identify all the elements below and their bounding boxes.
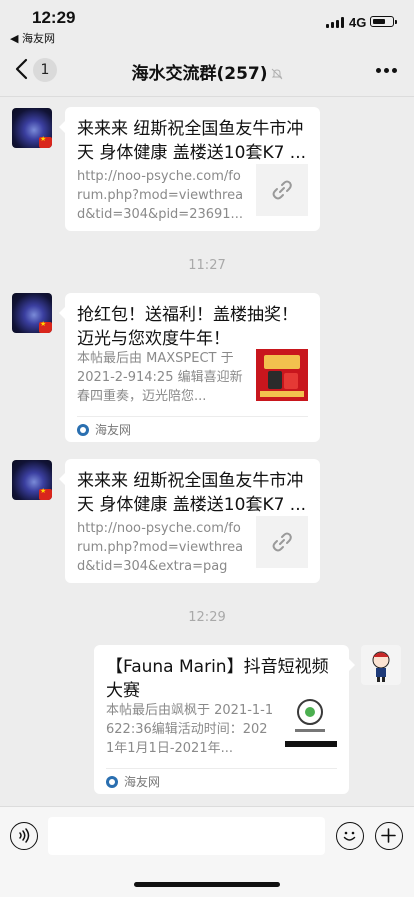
- card-url: http://noo-psyche.com/forum.php?mod=view…: [77, 521, 244, 574]
- sender-avatar[interactable]: [12, 460, 52, 500]
- card-title: 抢红包！送福利！盖楼抽奖！迈光与您欢度牛年！: [77, 305, 298, 349]
- flag-icon: [39, 135, 52, 148]
- more-dots-icon[interactable]: [376, 68, 398, 74]
- chat-title-wrap: 海水交流群(257): [0, 59, 414, 84]
- card-description: 本帖最后由飒枫于 2021-1-1622:36编辑活动时间：2021年1月1日-…: [106, 703, 274, 756]
- article-card-message[interactable]: 抢红包！送福利！盖楼抽奖！迈光与您欢度牛年！ 本帖最后由 MAXSPECT 于 …: [59, 293, 320, 442]
- battery-icon: [370, 16, 397, 27]
- article-card-message[interactable]: 【Fauna Marin】抖音短视频大赛 本帖最后由飒枫于 2021-1-162…: [94, 645, 355, 794]
- chat-title: 海水交流群(257): [131, 64, 268, 84]
- sender-avatar[interactable]: [12, 293, 52, 333]
- article-thumbnail: [285, 695, 337, 747]
- sender-avatar[interactable]: [12, 108, 52, 148]
- source-name: 海友网: [95, 423, 132, 437]
- link-icon: [256, 164, 308, 216]
- link-icon: [256, 516, 308, 568]
- article-thumbnail: [256, 349, 308, 401]
- bell-off-icon: [271, 65, 283, 80]
- source-name: 海友网: [124, 775, 161, 789]
- my-avatar[interactable]: [361, 645, 401, 685]
- home-indicator[interactable]: [134, 882, 280, 887]
- status-bar: 12:29 ◀ 海友网 4G: [0, 0, 414, 45]
- message-input[interactable]: [48, 817, 325, 855]
- site-logo-icon: [77, 424, 89, 436]
- card-title: 来来来 纽斯祝全国鱼友牛市冲天 身体健康 盖楼送10套K7 ...: [77, 471, 307, 515]
- network-type: 4G: [349, 15, 367, 30]
- link-card-message[interactable]: 来来来 纽斯祝全国鱼友牛市冲天 身体健康 盖楼送10套K7 ... http:/…: [59, 107, 320, 231]
- flag-icon: [39, 320, 52, 333]
- signal-icon: [326, 17, 344, 28]
- card-url: http://noo-psyche.com/forum.php?mod=view…: [77, 169, 244, 222]
- message-timestamp: 11:27: [188, 258, 226, 273]
- chat-header: 1 海水交流群(257): [0, 44, 414, 97]
- emoji-icon[interactable]: [336, 822, 364, 850]
- site-logo-icon: [106, 776, 118, 788]
- flag-icon: [39, 487, 52, 500]
- plus-icon[interactable]: [375, 822, 403, 850]
- source-bar: 海友网: [77, 416, 308, 441]
- card-description: 本帖最后由 MAXSPECT 于 2021-2-914:25 编辑喜迎新春四重奏…: [77, 351, 243, 404]
- card-title: 来来来 纽斯祝全国鱼友牛市冲天 身体健康 盖楼送10套K7 ...: [77, 119, 307, 163]
- link-card-message[interactable]: 来来来 纽斯祝全国鱼友牛市冲天 身体健康 盖楼送10套K7 ... http:/…: [59, 459, 320, 583]
- voice-icon[interactable]: [10, 822, 38, 850]
- status-time: 12:29: [32, 8, 76, 27]
- message-timestamp: 12:29: [188, 610, 226, 625]
- source-bar: 海友网: [106, 768, 337, 793]
